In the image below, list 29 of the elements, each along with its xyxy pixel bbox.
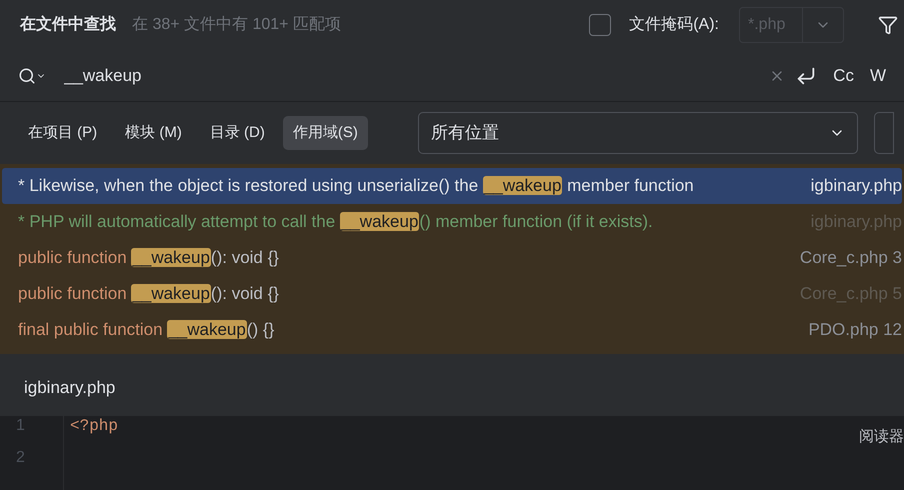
result-row[interactable]: final public function __wakeup() {} PDO.php 12 <box>2 312 902 348</box>
search-bar[interactable]: __wakeup Cc W <box>0 50 904 102</box>
filter-icon[interactable] <box>878 15 898 35</box>
scope-tab[interactable]: 目录 (D) <box>200 116 275 150</box>
result-file: PDO.php 12 <box>808 319 902 342</box>
reader-mode-link[interactable]: 阅读器 <box>859 426 904 448</box>
scope-tab[interactable]: 作用域(S) <box>282 116 368 150</box>
scope-dropdown[interactable]: 所有位置 <box>418 112 858 154</box>
result-text: public function __wakeup(): void {} <box>18 247 280 270</box>
scope-tab[interactable]: 在项目 (P) <box>18 116 108 150</box>
dialog-title: 在文件中查找 <box>20 14 116 35</box>
result-text: final public function __wakeup() {} <box>18 319 276 342</box>
search-options-icon[interactable] <box>18 66 46 84</box>
result-text: public function __wakeup(): void {} <box>18 283 280 306</box>
result-file: Core_c.php 3 <box>800 247 902 270</box>
result-row[interactable]: public function __wakeup(): void {} Core_c.php 3 <box>2 240 902 276</box>
file-mask-label: 文件掩码(A): <box>629 14 719 35</box>
preview-file-name: igbinary.php <box>24 377 116 400</box>
result-text: * Likewise, when the object is restored using unserialize() the __wakeup member function <box>18 175 695 198</box>
file-mask-checkbox[interactable] <box>589 14 612 36</box>
match-summary: 在 38+ 文件中有 101+ 匹配项 <box>132 14 341 35</box>
scope-tab[interactable]: 模块 (M) <box>115 116 192 150</box>
result-text: * PHP will automatically attempt to call the __wakeup() member function (if it exists). <box>18 211 654 234</box>
result-row[interactable]: * Likewise, when the object is restored using unserialize() the __wakeup member function igbinary.php <box>2 168 902 204</box>
search-toggle[interactable]: Cc <box>833 62 854 88</box>
result-file: igbinary.php <box>810 175 902 198</box>
search-field[interactable]: __wakeup <box>64 62 770 88</box>
code-line: <?php <box>70 417 118 435</box>
search-toggle[interactable]: W <box>870 62 886 88</box>
